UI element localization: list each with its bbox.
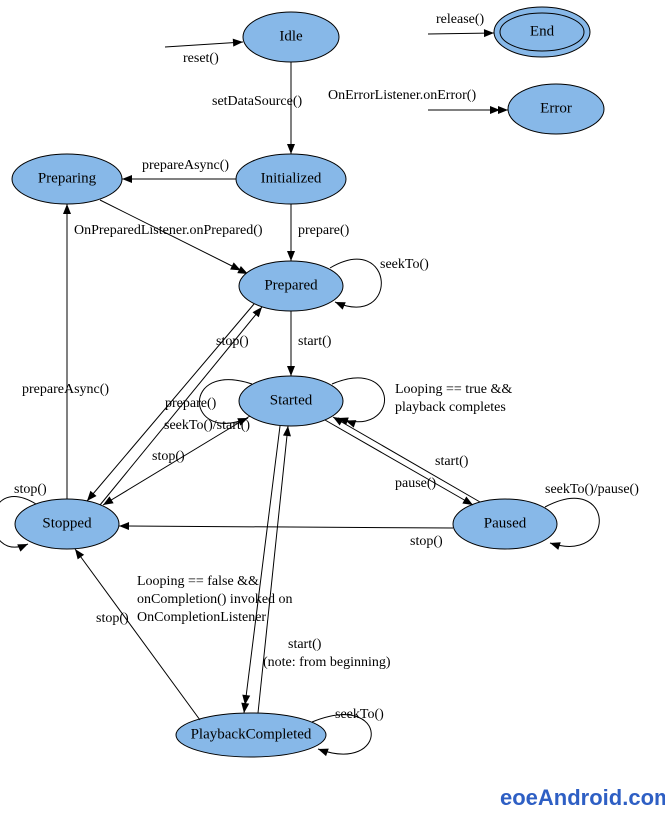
state-playbackcompleted: PlaybackCompleted	[176, 713, 326, 757]
edge-setdatasource: setDataSource()	[212, 62, 303, 154]
edge-prepare-stopped: prepare()	[100, 307, 262, 505]
edge-onprepared-label: OnPreparedListener.onPrepared()	[74, 223, 263, 238]
state-preparing: Preparing	[12, 154, 122, 204]
edge-stop-started-label: stop()	[152, 449, 185, 464]
state-started-label: Started	[270, 392, 313, 408]
state-preparing-label: Preparing	[38, 170, 97, 186]
state-paused-label: Paused	[484, 515, 527, 531]
edge-prepareasync-init: prepareAsync()	[122, 158, 236, 179]
edge-looping-true-label-1: Looping == true &&	[395, 382, 512, 397]
edge-start-prepared: start()	[291, 311, 332, 376]
edge-start-completed-label-2: (note: from beginning)	[263, 655, 391, 670]
edge-prepare-stopped-label: prepare()	[165, 396, 217, 411]
edge-prepare-init-label: prepare()	[298, 223, 350, 238]
edge-setdatasource-label: setDataSource()	[212, 94, 303, 109]
edge-reset-label: reset()	[183, 51, 219, 66]
state-error: Error	[508, 84, 604, 134]
edge-onprepared: OnPreparedListener.onPrepared()	[74, 200, 263, 274]
state-paused: Paused	[453, 499, 557, 549]
state-diagram: Idle reset() End release() Error OnError…	[0, 0, 665, 813]
edge-prepareasync-stopped: prepareAsync()	[22, 204, 109, 499]
edge-looping-false-label-1: Looping == false &&	[137, 574, 259, 589]
edge-onerror-label: OnErrorListener.onError()	[328, 88, 476, 103]
edge-stop-prepared-label: stop()	[216, 334, 249, 349]
edge-pause-started-label: pause()	[395, 476, 437, 491]
edge-start-completed-label-1: start()	[288, 637, 322, 652]
edge-seektopause-paused: seekTo()/pause()	[545, 482, 639, 546]
state-initialized-label: Initialized	[261, 170, 322, 186]
edge-looping-true: Looping == true && playback completes	[332, 378, 512, 422]
state-error-label: Error	[540, 100, 572, 116]
state-initialized: Initialized	[236, 154, 346, 204]
state-end-label: End	[530, 23, 555, 39]
state-end: End	[494, 7, 590, 57]
edge-stop-paused-label: stop()	[410, 534, 443, 549]
edge-seekto-prepared: seekTo()	[330, 257, 429, 307]
edge-seekto-completed-label: seekTo()	[335, 707, 384, 722]
edge-prepareasync-init-label: prepareAsync()	[142, 158, 229, 173]
edge-looping-false-label-3: OnCompletionListener	[137, 610, 266, 625]
edge-looping-true-label-2: playback completes	[395, 400, 506, 415]
watermark-text: eoeAndroid.com	[500, 785, 665, 810]
edge-seekto-prepared-label: seekTo()	[380, 257, 429, 272]
state-idle: Idle	[243, 12, 339, 62]
edge-release: release()	[428, 12, 494, 34]
state-stopped: Stopped	[15, 499, 119, 549]
edge-prepare-init: prepare()	[291, 204, 350, 261]
edge-reset: reset()	[165, 42, 243, 66]
edge-start-completed: start() (note: from beginning)	[258, 426, 391, 713]
state-playbackcompleted-label: PlaybackCompleted	[191, 726, 312, 742]
edge-prepareasync-stopped-label: prepareAsync()	[22, 382, 109, 397]
edge-stop-stopped-label: stop()	[14, 482, 47, 497]
edge-seektostart-started-label: seekTo()/start()	[164, 418, 250, 433]
edge-start-paused-label: start()	[435, 454, 469, 469]
edge-onerror: OnErrorListener.onError()	[328, 88, 508, 110]
state-prepared-label: Prepared	[264, 277, 318, 293]
state-prepared: Prepared	[239, 261, 343, 311]
edge-stop-completed-label: stop()	[96, 611, 129, 626]
edge-start-prepared-label: start()	[298, 334, 332, 349]
edge-seektopause-paused-label: seekTo()/pause()	[545, 482, 639, 497]
edge-release-label: release()	[436, 12, 485, 27]
state-started: Started	[239, 376, 343, 426]
edge-stop-paused: stop()	[119, 526, 453, 549]
state-idle-label: Idle	[279, 28, 303, 44]
state-stopped-label: Stopped	[42, 515, 92, 531]
